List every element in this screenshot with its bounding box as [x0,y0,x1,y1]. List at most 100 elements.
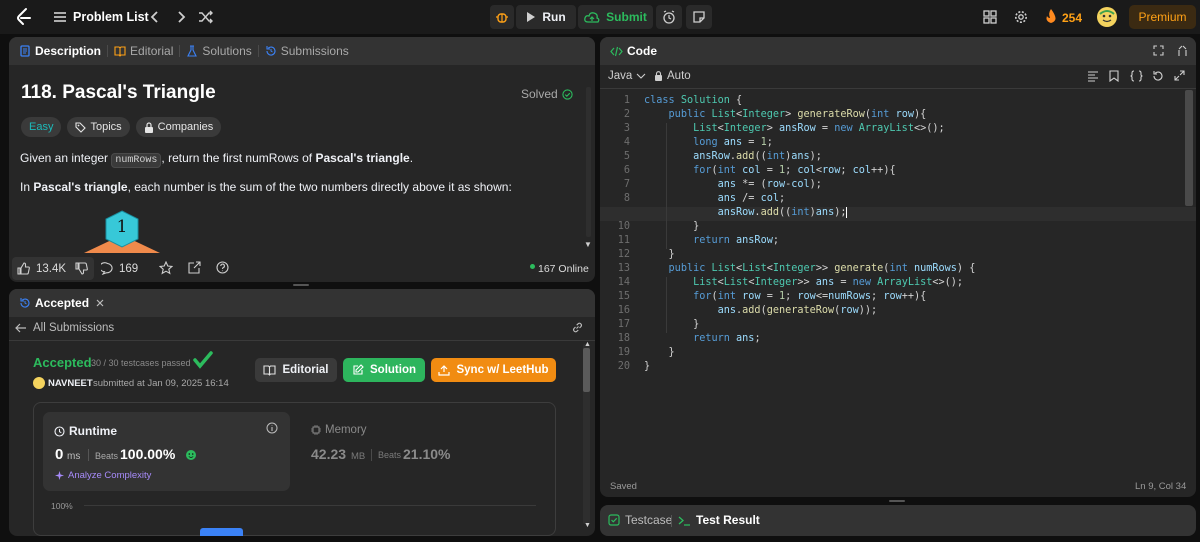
indent-guide [666,123,667,249]
tab-editorial-label: Editorial [130,44,174,58]
memory-heading[interactable]: Memory [311,424,367,436]
statement-text: , each number is the sum of the two numb… [127,180,512,194]
code-editor[interactable]: 1234567891011121314151617181920 class So… [600,95,1196,497]
result-scrollbar-thumb[interactable] [583,348,590,392]
tab-test-result[interactable]: Test Result [678,513,760,527]
tab-editorial[interactable]: Editorial [108,44,179,58]
difficulty-chip[interactable]: Easy [21,117,62,137]
leetcode-logo-icon[interactable] [14,7,34,27]
thumbs-down-icon[interactable] [75,262,88,275]
upload-icon [438,364,451,376]
minimize-icon[interactable] [1177,45,1188,56]
submit-button[interactable]: Submit [578,5,653,29]
tab-testcase[interactable]: Testcase [608,513,672,527]
testcases-passed: 30 / 30 testcases passed [91,358,191,368]
notes-button[interactable] [686,5,712,29]
solution-button-label: Solution [370,364,416,376]
close-tab-icon[interactable] [95,298,105,308]
companies-chip[interactable]: Companies [135,117,222,137]
memory-unit: MB [351,451,366,462]
list-icon[interactable] [53,10,67,24]
comment-icon[interactable] [101,262,114,275]
all-submissions-link[interactable]: All Submissions [15,322,114,334]
analyze-complexity-link[interactable]: Analyze Complexity [55,470,151,481]
scroll-down-arrow-icon[interactable]: ▼ [584,240,592,249]
solution-button[interactable]: Solution [343,358,425,382]
submission-result-panel: Accepted All Submissions Accepted 30 / 3… [9,289,595,536]
topics-chip[interactable]: Topics [67,117,130,137]
chevron-left-icon[interactable] [148,9,162,25]
sync-leethub-button[interactable]: Sync w/ LeetHub [431,358,556,382]
help-circle-icon[interactable] [216,261,229,274]
submitter-name[interactable]: NAVNEET [48,378,93,389]
streak-fire-icon[interactable] [1045,9,1057,24]
share-icon[interactable] [188,261,201,274]
language-select[interactable]: Java [608,70,646,82]
scroll-up-arrow-icon[interactable]: ▲ [584,341,591,348]
language-label: Java [608,70,633,82]
panel-resize-handle[interactable] [293,284,309,286]
checkmark-icon [193,351,213,369]
panel-resize-handle[interactable] [889,500,905,502]
reset-icon[interactable] [1152,70,1164,82]
code-scrollbar-thumb[interactable] [1185,90,1193,206]
result-tabs: Accepted [9,289,595,317]
problem-list-link[interactable]: Problem List [73,10,149,24]
premium-button[interactable]: Premium [1129,5,1196,29]
testcase-label: Testcase [625,513,673,527]
submit-label: Submit [606,10,647,24]
line-number: 8 [623,193,630,204]
editorial-button[interactable]: Editorial [255,358,337,382]
submitter-avatar[interactable] [33,377,45,389]
code-brackets-icon [610,46,623,57]
emoji-icon [185,449,197,461]
problem-title: 118. Pascal's Triangle [21,82,216,103]
sparkle-icon [55,471,64,480]
thumbs-up-icon[interactable] [17,262,30,275]
tab-description[interactable]: Description [13,44,107,58]
layout-grid-icon[interactable] [983,10,997,24]
debug-button[interactable] [490,5,514,29]
line-number: 13 [617,263,630,274]
tab-submissions[interactable]: Submissions [259,44,355,58]
line-number: 18 [617,333,630,344]
runtime-heading: Runtime [54,424,117,438]
star-icon[interactable] [159,261,173,275]
code-line: } [644,347,675,358]
description-scrollbar[interactable] [586,87,591,237]
line-number: 1 [623,95,630,106]
curly-braces-icon[interactable] [1130,70,1143,82]
runtime-card[interactable]: Runtime 0 ms Beats 100.00% Analyze Compl… [43,412,290,491]
line-number: 16 [617,305,630,316]
test-panel: Testcase Test Result [600,505,1196,536]
tab-solutions[interactable]: Solutions [180,44,257,58]
topics-label: Topics [90,121,122,133]
timer-button[interactable] [656,5,682,29]
tab-divider [671,515,672,527]
expand-icon[interactable] [1153,45,1164,56]
info-icon[interactable] [266,422,278,434]
code-line: return ans; [693,333,761,344]
test-result-label: Test Result [696,513,760,527]
divider [600,88,1196,89]
tab-code[interactable]: Code [604,44,663,58]
bookmark-icon[interactable] [1109,70,1119,82]
tab-accepted[interactable]: Accepted [13,296,95,310]
analyze-label: Analyze Complexity [68,470,152,481]
scroll-down-arrow-icon[interactable]: ▼ [584,522,591,529]
format-align-icon[interactable] [1087,71,1099,82]
solved-status: Solved [521,87,573,101]
distribution-bar[interactable] [200,528,243,536]
document-icon [19,45,31,57]
user-avatar[interactable] [1097,7,1117,27]
link-icon[interactable] [571,321,584,334]
run-button[interactable]: Run [516,5,576,29]
code-line: } [644,249,675,260]
auto-mode-toggle[interactable]: Auto [654,70,691,82]
line-number: 4 [623,137,630,148]
chevron-right-icon[interactable] [174,9,188,25]
settings-gear-icon[interactable] [1014,10,1028,24]
runtime-label: Runtime [69,424,117,438]
shuffle-icon[interactable] [198,9,214,25]
fullscreen-icon[interactable] [1174,70,1185,81]
